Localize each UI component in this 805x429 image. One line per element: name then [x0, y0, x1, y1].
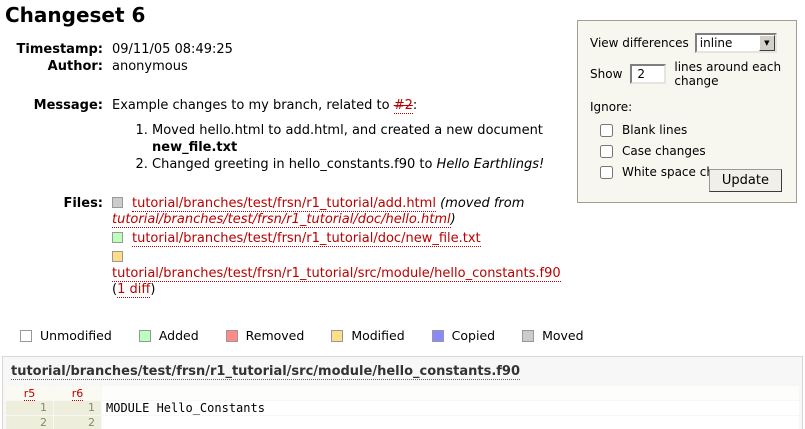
- new-file-name: new_file.txt: [152, 140, 237, 155]
- removed-swatch-icon: [226, 330, 238, 342]
- legend-item-copied: Copied: [432, 328, 495, 343]
- modified-swatch-icon: [112, 251, 123, 262]
- file-row: tutorial/branches/test/frsn/r1_tutorial/…: [112, 231, 574, 247]
- ignore-blank-lines-checkbox[interactable]: [600, 124, 613, 137]
- diff-row: 1 1 MODULE Hello_Constants: [6, 401, 799, 415]
- added-swatch-icon: [139, 330, 151, 342]
- old-lineno: 1: [6, 401, 53, 415]
- diff-content-header: [102, 386, 799, 400]
- old-lineno: 2: [6, 416, 53, 429]
- diff-entry: tutorial/branches/test/frsn/r1_tutorial/…: [2, 356, 803, 429]
- timestamp-label: Timestamp:: [0, 41, 103, 58]
- message-item: Moved hello.html to add.html, and create…: [152, 122, 574, 156]
- update-button[interactable]: Update: [709, 169, 782, 192]
- ignore-case-changes-checkbox[interactable]: [600, 145, 613, 158]
- ticket-link[interactable]: #2: [394, 98, 413, 114]
- new-revision-link[interactable]: r6: [72, 387, 84, 401]
- file-row: tutorial/branches/test/frsn/r1_tutorial/…: [112, 196, 574, 228]
- moved-from-link[interactable]: tutorial/branches/test/frsn/r1_tutorial/…: [112, 212, 451, 228]
- files-list: tutorial/branches/test/frsn/r1_tutorial/…: [112, 195, 574, 298]
- diff-file-link[interactable]: tutorial/branches/test/frsn/r1_tutorial/…: [11, 364, 520, 380]
- ignore-whitespace-checkbox[interactable]: [600, 166, 613, 179]
- diff-row: 2 2: [6, 416, 799, 429]
- message-colon: :: [413, 98, 417, 113]
- file-row: tutorial/branches/test/frsn/r1_tutorial/…: [112, 250, 574, 298]
- show-lines-label: Show: [590, 67, 622, 81]
- file-link[interactable]: tutorial/branches/test/frsn/r1_tutorial/…: [112, 266, 561, 282]
- legend-item-modified: Modified: [331, 328, 404, 343]
- diff-file-header: tutorial/branches/test/frsn/r1_tutorial/…: [5, 359, 800, 385]
- file-link[interactable]: tutorial/branches/test/frsn/r1_tutorial/…: [132, 196, 436, 212]
- new-lineno: 2: [54, 416, 101, 429]
- diff-table: r5 r6 1 1 MODULE Hello_Constants 2 2 3 C…: [5, 385, 800, 429]
- code-line: [102, 416, 799, 429]
- new-greeting: Hello Earthlings!: [437, 157, 545, 172]
- view-differences-label: View differences: [590, 36, 689, 50]
- moved-swatch-icon: [112, 197, 123, 208]
- file-link[interactable]: tutorial/branches/test/frsn/r1_tutorial/…: [132, 231, 481, 247]
- old-revision-header: r5: [6, 386, 53, 400]
- view-differences-select[interactable]: inline: [697, 35, 775, 51]
- author-label: Author:: [0, 58, 103, 75]
- author-value: anonymous: [112, 58, 574, 75]
- message-label: Message:: [0, 97, 103, 173]
- legend-item-removed: Removed: [226, 328, 305, 343]
- change-legend: Unmodified Added Removed Modified Copied…: [20, 328, 805, 343]
- legend-item-moved: Moved: [522, 328, 583, 343]
- legend-item-added: Added: [139, 328, 199, 343]
- show-lines-suffix: lines around each change: [674, 60, 786, 88]
- unmodified-swatch-icon: [20, 330, 32, 342]
- diff-preferences-panel: View differences inline ▼ Show lines aro…: [577, 20, 797, 203]
- context-lines-input[interactable]: [630, 64, 666, 84]
- moved-swatch-icon: [522, 330, 534, 342]
- code-line: MODULE Hello_Constants: [102, 401, 799, 415]
- diff-count-link[interactable]: 1 diff: [117, 282, 150, 298]
- copied-swatch-icon: [432, 330, 444, 342]
- files-label: Files:: [0, 195, 103, 298]
- new-lineno: 1: [54, 401, 101, 415]
- ignore-label: Ignore:: [590, 100, 786, 114]
- old-revision-link[interactable]: r5: [24, 387, 36, 401]
- added-swatch-icon: [112, 232, 123, 243]
- timestamp-value: 09/11/05 08:49:25: [112, 41, 574, 58]
- ignore-blank-lines-label: Blank lines: [622, 122, 687, 139]
- message-item: Changed greeting in hello_constants.f90 …: [152, 156, 574, 173]
- message-value: Example changes to my branch, related to…: [112, 97, 574, 173]
- message-intro: Example changes to my branch, related to: [112, 98, 394, 113]
- view-differences-select-box: inline ▼: [695, 33, 777, 53]
- ignore-case-changes-label: Case changes: [622, 143, 706, 160]
- legend-item-unmodified: Unmodified: [20, 328, 112, 343]
- new-revision-header: r6: [54, 386, 101, 400]
- message-list: Moved hello.html to add.html, and create…: [112, 122, 574, 173]
- modified-swatch-icon: [331, 330, 343, 342]
